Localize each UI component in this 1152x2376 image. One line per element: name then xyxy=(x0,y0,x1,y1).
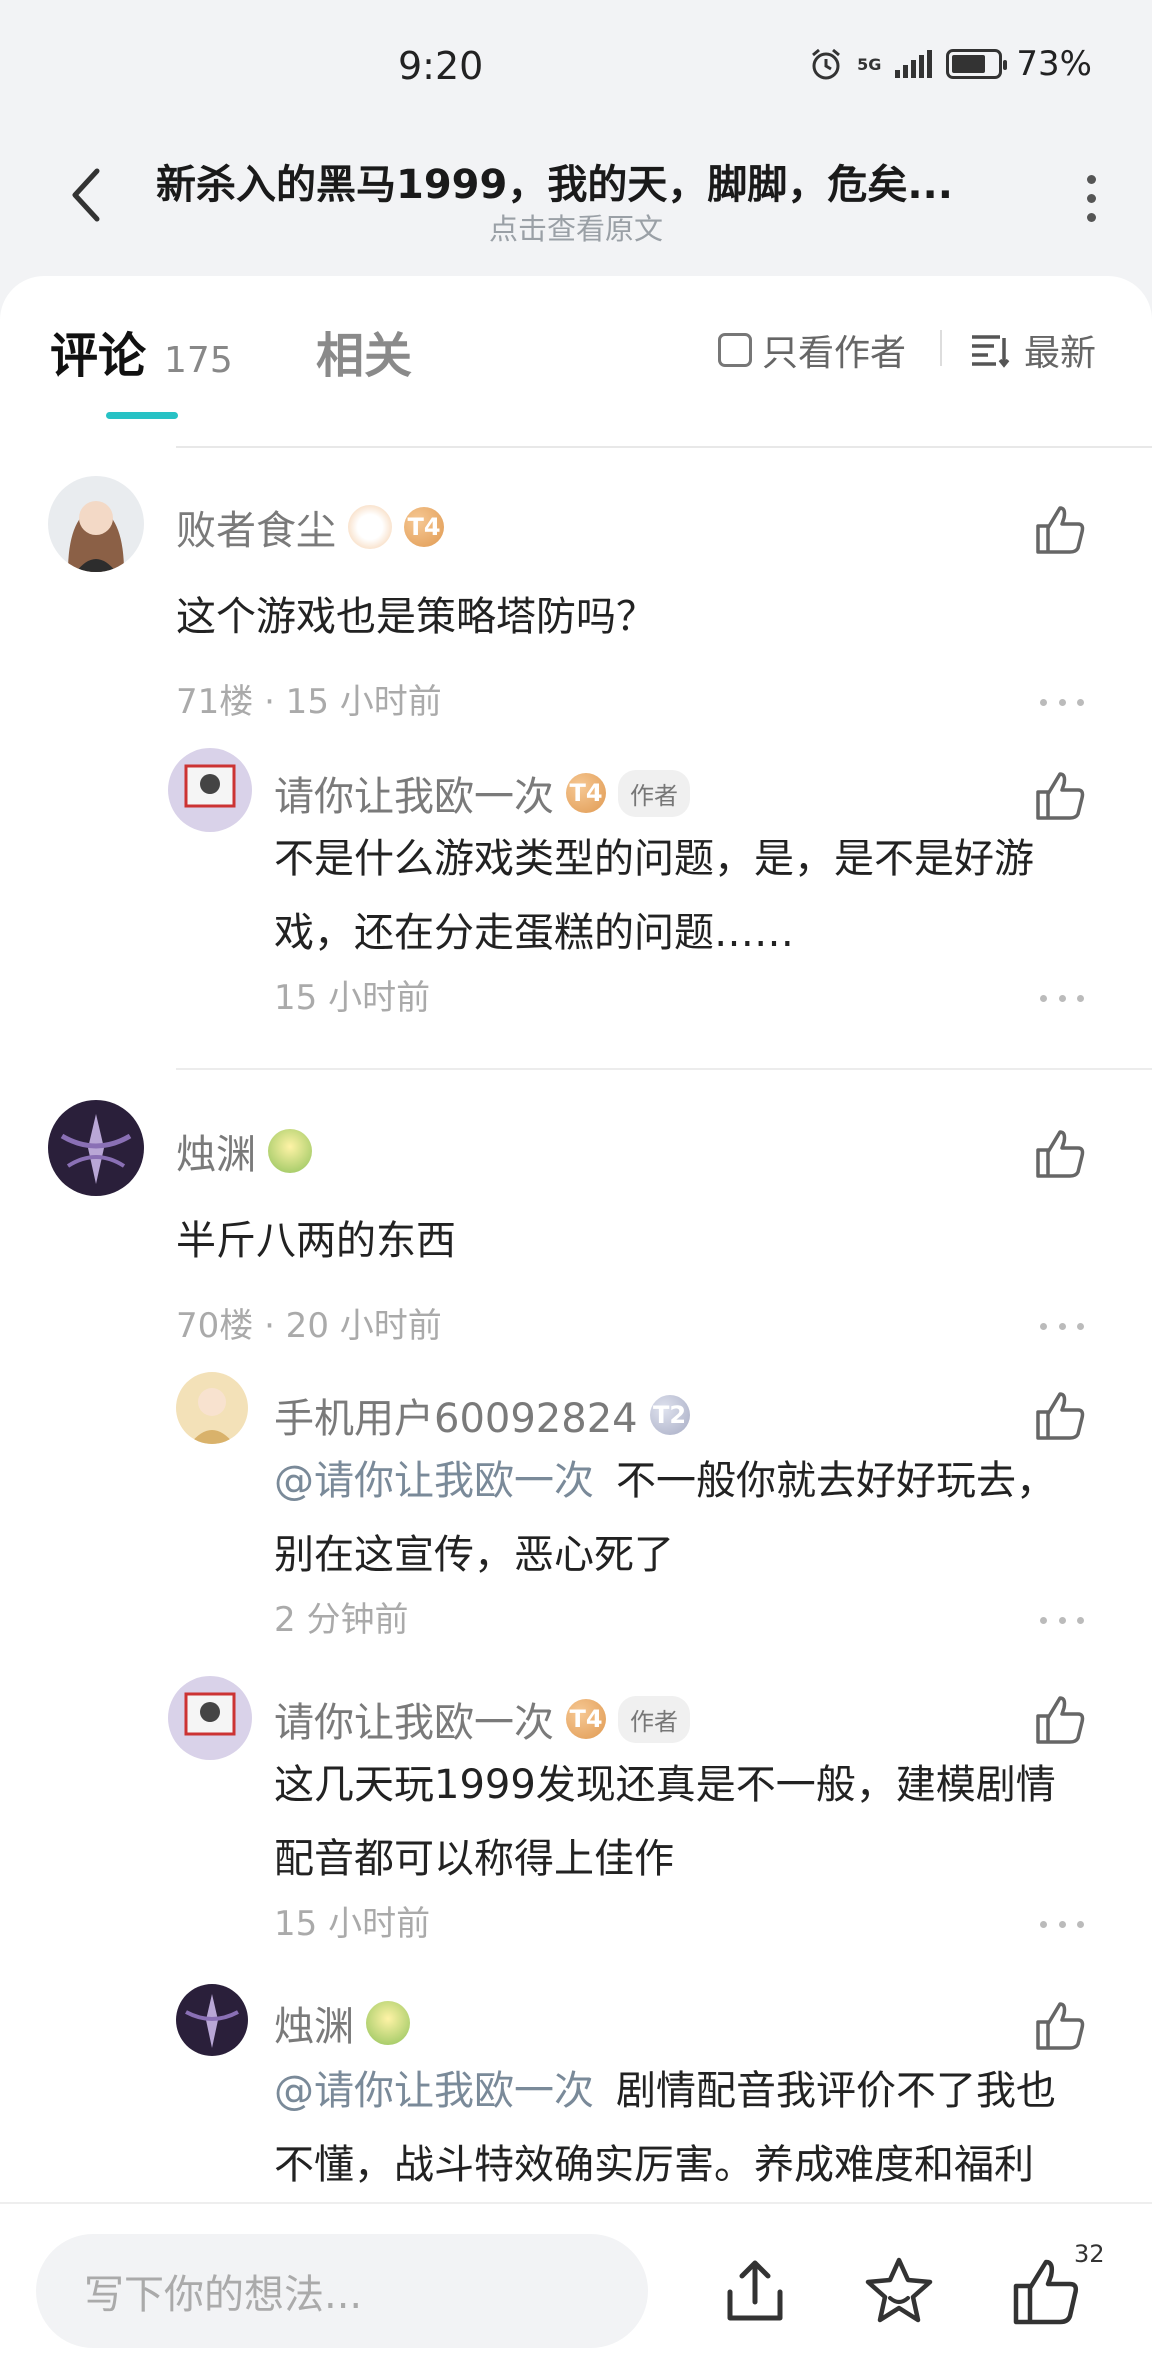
medal-icon xyxy=(366,2001,410,2045)
username: 烛渊 xyxy=(274,2004,354,2050)
like-icon[interactable] xyxy=(1032,1126,1088,1182)
username: 请你让我欧一次 xyxy=(274,1700,554,1746)
reply-author[interactable]: 请你让我欧一次 T4 作者 xyxy=(274,1690,690,1748)
reply-meta: 15 小时前 xyxy=(274,978,431,1018)
like-icon[interactable] xyxy=(1032,768,1088,824)
mention-link[interactable]: @请你让我欧一次 xyxy=(274,2068,594,2114)
reply-more-button[interactable] xyxy=(1040,1610,1084,1630)
status-icons: 5G 73% xyxy=(809,44,1092,84)
username: 烛渊 xyxy=(176,1132,256,1178)
author-tag: 作者 xyxy=(618,1695,690,1743)
username: 败者食尘 xyxy=(176,508,336,554)
tab-comments-label: 评论 xyxy=(50,328,147,384)
comment-meta: 71楼 · 15 小时前 xyxy=(176,682,442,722)
medal-icon xyxy=(348,505,392,549)
sort-label: 最新 xyxy=(1024,333,1097,374)
share-icon[interactable] xyxy=(720,2256,790,2326)
more-options-button[interactable] xyxy=(1066,158,1116,238)
divider xyxy=(940,330,942,366)
like-post-icon[interactable] xyxy=(1008,2254,1082,2328)
level-badge: T4 xyxy=(404,507,444,547)
like-icon[interactable] xyxy=(1032,1998,1088,2054)
sort-icon xyxy=(972,335,1010,368)
tab-comments[interactable]: 评论 175 xyxy=(50,316,233,386)
comment-text: 这个游戏也是策略塔防吗？ xyxy=(176,594,656,640)
reply-meta: 15 小时前 xyxy=(274,1904,431,1944)
level-badge: T4 xyxy=(566,1699,606,1739)
comment-more-button[interactable] xyxy=(1040,1316,1084,1336)
like-count: 32 xyxy=(1074,2240,1105,2268)
status-time: 9:20 xyxy=(398,44,484,88)
view-original-link[interactable]: 点击查看原文 xyxy=(0,206,1152,248)
username: 手机用户60092824 xyxy=(274,1396,638,1442)
medal-icon xyxy=(268,1129,312,1173)
author-only-label: 只看作者 xyxy=(762,333,907,374)
comments-count: 175 xyxy=(164,340,233,381)
avatar[interactable] xyxy=(176,1984,248,2056)
comment-more-button[interactable] xyxy=(1040,692,1084,712)
level-badge: T4 xyxy=(566,773,606,813)
sort-button[interactable]: 最新 xyxy=(970,324,1096,376)
comment-input-placeholder: 写下你的想法... xyxy=(84,2272,363,2318)
reply-author[interactable]: 烛渊 xyxy=(274,1994,410,2052)
reply-meta: 2 分钟前 xyxy=(274,1600,409,1640)
post-title[interactable]: 新杀入的黑马1999，我的天，脚脚，危矣... xyxy=(156,152,976,210)
username: 请你让我欧一次 xyxy=(274,774,554,820)
status-bar: 9:20 5G 73% xyxy=(0,0,1152,130)
bottom-action-bar: 写下你的想法... 32 xyxy=(0,2202,1152,2376)
comments-panel: 评论 175 相关 只看作者 最新 败者食尘 T4 这个游戏也是策略塔防吗？ 7… xyxy=(0,276,1152,2206)
like-icon[interactable] xyxy=(1032,1388,1088,1444)
reply-body: @请你让我欧一次 不一般你就去好好玩去，别在这宣传，恶心死了 xyxy=(274,1444,1094,1592)
signal-icon xyxy=(895,50,933,78)
avatar[interactable] xyxy=(168,748,252,832)
network-label: 5G xyxy=(857,54,882,74)
reply-text: 这几天玩1999发现还真是不一般，建模剧情配音都可以称得上佳作 xyxy=(274,1762,1056,1882)
alarm-icon xyxy=(812,48,841,80)
active-tab-indicator xyxy=(106,412,178,419)
checkbox-icon xyxy=(718,333,752,367)
author-tag: 作者 xyxy=(618,769,690,817)
tab-bar: 评论 175 相关 只看作者 最新 xyxy=(0,276,1152,448)
reply-body: @请你让我欧一次 剧情配音我评价不了我也不懂，战斗特效确实厉害。养成难度和福利 xyxy=(274,2054,1094,2202)
avatar[interactable] xyxy=(168,1676,252,1760)
comment-author[interactable]: 烛渊 xyxy=(176,1122,312,1180)
avatar[interactable] xyxy=(48,1100,144,1196)
level-badge: T2 xyxy=(649,1395,690,1435)
comment-input[interactable]: 写下你的想法... xyxy=(36,2234,648,2348)
reply-author[interactable]: 手机用户60092824 T2 xyxy=(274,1386,690,1444)
divider xyxy=(176,1068,1152,1070)
reply-author[interactable]: 请你让我欧一次 T4 作者 xyxy=(274,764,690,822)
reply-more-button[interactable] xyxy=(1040,1914,1084,1934)
battery-icon xyxy=(946,49,1008,79)
comment-text: 半斤八两的东西 xyxy=(176,1218,456,1264)
comment-meta: 70楼 · 20 小时前 xyxy=(176,1306,442,1346)
like-icon[interactable] xyxy=(1032,1692,1088,1748)
mention-link[interactable]: @请你让我欧一次 xyxy=(274,1458,594,1504)
author-only-toggle[interactable]: 只看作者 xyxy=(718,324,906,376)
comment-author[interactable]: 败者食尘 T4 xyxy=(176,498,444,556)
battery-percent: 73% xyxy=(1016,44,1092,84)
post-header: 新杀入的黑马1999，我的天，脚脚，危矣... 点击查看原文 xyxy=(0,130,1152,270)
battery-level xyxy=(952,55,985,73)
favorite-icon[interactable] xyxy=(862,2254,936,2328)
like-icon[interactable] xyxy=(1032,502,1088,558)
divider xyxy=(176,446,1152,448)
avatar[interactable] xyxy=(48,476,144,572)
tab-related[interactable]: 相关 xyxy=(316,316,412,386)
avatar[interactable] xyxy=(176,1372,248,1444)
reply-more-button[interactable] xyxy=(1040,988,1084,1008)
reply-text: 不是什么游戏类型的问题，是，是不是好游戏，还在分走蛋糕的问题…… xyxy=(274,836,1034,956)
